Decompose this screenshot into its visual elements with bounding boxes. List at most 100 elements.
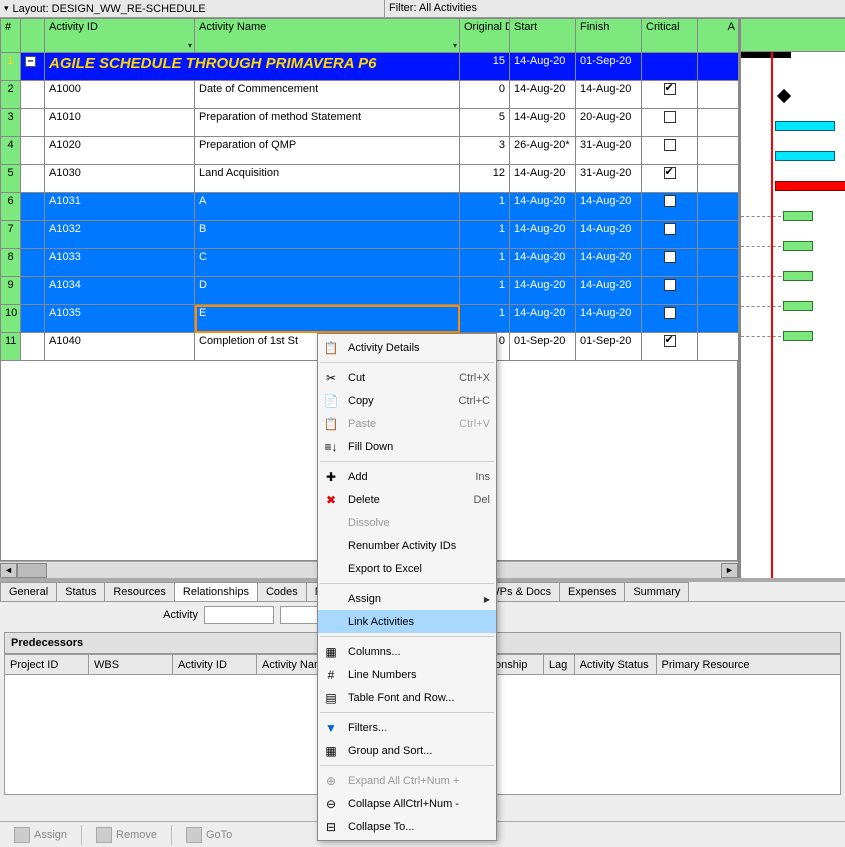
gantt-pane[interactable]: [738, 18, 845, 578]
col-header-num[interactable]: #: [1, 19, 21, 53]
table-row[interactable]: 10A1035E114-Aug-2014-Aug-20: [1, 305, 740, 333]
col-header-crit[interactable]: Critical: [642, 19, 698, 53]
menu-item-copy[interactable]: 📄CopyCtrl+C: [318, 389, 496, 412]
pred-col-header[interactable]: Project ID: [5, 655, 89, 675]
table-row[interactable]: 4A1020Preparation of QMP326-Aug-20*31-Au…: [1, 137, 740, 165]
table-row[interactable]: 2A1000Date of Commencement014-Aug-2014-A…: [1, 81, 740, 109]
menu-item-activity-details[interactable]: 📋Activity Details: [318, 336, 496, 359]
col-header-margin[interactable]: [21, 19, 45, 53]
fill-icon: ≡↓: [322, 439, 340, 455]
table-row[interactable]: 7A1032B114-Aug-2014-Aug-20: [1, 221, 740, 249]
menu-item-link-activities[interactable]: Link Activities: [318, 610, 496, 633]
assign-icon: [322, 591, 340, 607]
gantt-bar[interactable]: [783, 241, 813, 251]
gantt-bar[interactable]: [775, 121, 835, 131]
activity-table[interactable]: # Activity ID▾ Activity Name▾ Original D…: [0, 18, 740, 361]
tab-resources[interactable]: Resources: [104, 582, 175, 601]
table-icon: ▤: [322, 690, 340, 706]
tab-summary[interactable]: Summary: [624, 582, 689, 601]
critical-checkbox[interactable]: [664, 195, 676, 207]
layout-dropdown[interactable]: ▾ Layout: DESIGN_WW_RE-SCHEDULE: [0, 0, 385, 17]
tab-expenses[interactable]: Expenses: [559, 582, 625, 601]
gantt-bar[interactable]: [783, 271, 813, 281]
gantt-header: [741, 18, 845, 52]
menu-item-paste: 📋PasteCtrl+V: [318, 412, 496, 435]
critical-checkbox[interactable]: [664, 251, 676, 263]
scroll-left-button[interactable]: ◄: [0, 563, 17, 578]
gantt-bar[interactable]: [741, 52, 791, 58]
cell-editing: E: [195, 305, 460, 333]
menu-item-renumber-activity-ids[interactable]: Renumber Activity IDs: [318, 534, 496, 557]
menu-item-fill-down[interactable]: ≡↓Fill Down: [318, 435, 496, 458]
gantt-bar[interactable]: [783, 331, 813, 341]
table-row[interactable]: 5A1030Land Acquisition1214-Aug-2031-Aug-…: [1, 165, 740, 193]
gantt-row: [741, 82, 845, 112]
assign-button[interactable]: Assign: [8, 825, 73, 845]
pred-col-header[interactable]: Activity ID: [173, 655, 257, 675]
table-row[interactable]: 1–AGILE SCHEDULE THROUGH PRIMAVERA P6151…: [1, 53, 740, 81]
context-menu: 📋Activity Details ✂CutCtrl+X📄CopyCtrl+C📋P…: [317, 333, 497, 841]
critical-checkbox[interactable]: [664, 279, 676, 291]
menu-item-group-and-sort[interactable]: ▦Group and Sort...: [318, 739, 496, 762]
gantt-bar[interactable]: [775, 151, 835, 161]
add-icon: ✚: [322, 469, 340, 485]
col-header-dur[interactable]: Original Duration: [460, 19, 510, 53]
gantt-row: [741, 52, 845, 82]
pred-col-header[interactable]: Primary Resource: [656, 655, 840, 675]
gantt-bar[interactable]: [775, 181, 845, 191]
critical-checkbox[interactable]: [664, 111, 676, 123]
menu-item-collapse-allctrl-num[interactable]: ⊖Collapse AllCtrl+Num -: [318, 792, 496, 815]
pred-col-header[interactable]: Activity Status: [574, 655, 656, 675]
scroll-right-button[interactable]: ►: [721, 563, 738, 578]
tab-general[interactable]: General: [0, 582, 57, 601]
menu-item-delete[interactable]: ✖DeleteDel: [318, 488, 496, 511]
critical-checkbox[interactable]: [664, 83, 676, 95]
goto-button[interactable]: GoTo: [180, 825, 238, 845]
gantt-bar[interactable]: [777, 89, 791, 103]
menu-item-collapse-to[interactable]: ⊟Collapse To...: [318, 815, 496, 838]
menu-item-dissolve: Dissolve: [318, 511, 496, 534]
menu-item-assign[interactable]: Assign: [318, 587, 496, 610]
col-header-name[interactable]: Activity Name▾: [195, 19, 460, 53]
table-row[interactable]: 8A1033C114-Aug-2014-Aug-20: [1, 249, 740, 277]
col-header-id[interactable]: Activity ID▾: [45, 19, 195, 53]
chevron-down-icon: ▾: [4, 3, 9, 14]
col-header-finish[interactable]: Finish: [576, 19, 642, 53]
tab-status[interactable]: Status: [56, 582, 105, 601]
paste-icon: 📋: [322, 416, 340, 432]
gantt-row: [741, 262, 845, 292]
table-row[interactable]: 9A1034D114-Aug-2014-Aug-20: [1, 277, 740, 305]
menu-item-add[interactable]: ✚AddIns: [318, 465, 496, 488]
table-row[interactable]: 3A1010Preparation of method Statement514…: [1, 109, 740, 137]
delete-icon: ✖: [322, 492, 340, 508]
scroll-thumb[interactable]: [17, 563, 47, 578]
collapse-toggle[interactable]: –: [25, 56, 36, 67]
gantt-bar[interactable]: [783, 211, 813, 221]
critical-checkbox[interactable]: [664, 167, 676, 179]
critical-checkbox[interactable]: [664, 335, 676, 347]
pred-col-header[interactable]: WBS: [89, 655, 173, 675]
critical-checkbox[interactable]: [664, 223, 676, 235]
menu-item-cut[interactable]: ✂CutCtrl+X: [318, 366, 496, 389]
pred-col-header[interactable]: Lag: [543, 655, 574, 675]
table-row[interactable]: 6A1031A114-Aug-2014-Aug-20: [1, 193, 740, 221]
gantt-row: [741, 172, 845, 202]
menu-item-table-font-and-row[interactable]: ▤Table Font and Row...: [318, 686, 496, 709]
activity-id-input[interactable]: [204, 606, 274, 624]
menu-item-line-numbers[interactable]: #Line Numbers: [318, 663, 496, 686]
tab-relationships[interactable]: Relationships: [174, 582, 258, 601]
critical-checkbox[interactable]: [664, 307, 676, 319]
gantt-bar[interactable]: [783, 301, 813, 311]
tab-codes[interactable]: Codes: [257, 582, 307, 601]
menu-item-columns[interactable]: ▦Columns...: [318, 640, 496, 663]
col-header-start[interactable]: Start: [510, 19, 576, 53]
remove-button[interactable]: Remove: [90, 825, 163, 845]
critical-checkbox[interactable]: [664, 139, 676, 151]
menu-item-filters[interactable]: ▼Filters...: [318, 716, 496, 739]
menu-item-export-to-excel[interactable]: Export to Excel: [318, 557, 496, 580]
col-header-extra[interactable]: A: [698, 19, 740, 53]
activity-icon: 📋: [322, 340, 340, 356]
gantt-row: [741, 352, 845, 382]
menu-item-expand-all-ctrl-num: ⊕Expand All Ctrl+Num +: [318, 769, 496, 792]
link-icon: [322, 614, 340, 630]
